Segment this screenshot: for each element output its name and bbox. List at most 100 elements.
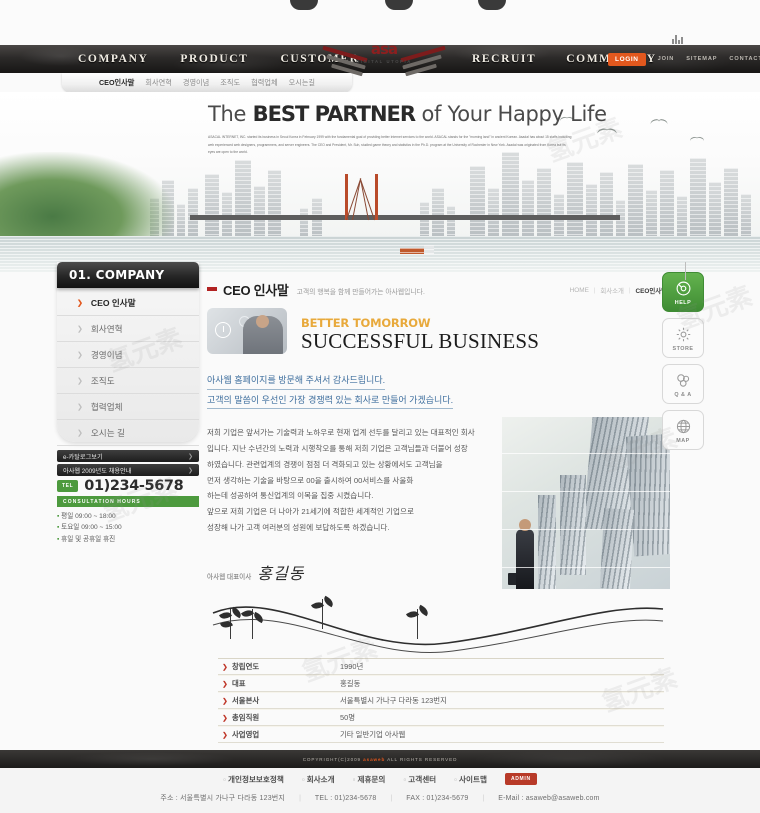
info-key: 사업영업 xyxy=(232,730,260,739)
hours-holiday: 휴일 및 공휴일 휴진 xyxy=(57,534,207,545)
hours-weekday: 평일 09:00 ~ 18:00 xyxy=(57,511,207,522)
sub-navigation: CEO인사말 회사연혁 경영이념 조직도 협력업체 오시는길 xyxy=(62,73,352,92)
hero-headline: The BEST PARTNER of Your Happy Life xyxy=(208,102,638,126)
hero-word-happy: of Your Happy Life xyxy=(421,102,607,126)
company-info-table: ❯ 창립연도 1990년 ❯ 대표 홍길동 ❯ 서울본사 서울특별시 가나구 다… xyxy=(218,658,664,743)
join-link[interactable]: JOIN xyxy=(658,56,675,62)
phone-icon xyxy=(674,279,693,298)
chevron-right-icon: ❯ xyxy=(77,403,83,411)
footer-email: E-Mail : asaweb@asaweb.com xyxy=(498,794,600,802)
footer-address: 주소 : 서울특별시 가나구 다라동 123번지 xyxy=(160,795,286,802)
quick-help-label: HELP xyxy=(674,299,692,306)
chevron-right-icon: ❯ xyxy=(77,377,83,385)
table-row: ❯ 창립연도 1990년 xyxy=(218,658,664,675)
sidebar-item-vision[interactable]: ❯ 경영이념 xyxy=(57,342,199,368)
quick-map-label: MAP xyxy=(676,437,690,444)
chart-icon xyxy=(672,34,684,44)
clock-icon xyxy=(215,322,231,338)
intro-text: BETTER TOMORROW SUCCESSFUL BUSINESS xyxy=(301,316,539,354)
breadcrumb-home[interactable]: HOME xyxy=(570,287,589,294)
sitemap-link[interactable]: SITEMAP xyxy=(686,56,717,62)
gear-icon xyxy=(674,325,693,344)
chevron-right-icon: ❯ xyxy=(77,429,83,437)
info-value: 기타 일반기업 아사웹 xyxy=(340,730,406,739)
subnav-item-org[interactable]: 조직도 xyxy=(220,78,240,88)
sidebar-item-label: 협력업체 xyxy=(90,401,123,412)
ceo-photo xyxy=(207,308,287,354)
table-row: ❯ 사업영업 기타 일반기업 아사웹 xyxy=(218,726,664,743)
copyright-suffix: ALL RIGHTS RESERVED xyxy=(385,756,458,762)
hero-word-best: BEST PARTNER xyxy=(252,102,416,126)
site-logo[interactable]: asa DIGITAL UTOPIA xyxy=(320,38,448,80)
footer-link-partner[interactable]: 제휴문의 xyxy=(353,774,385,785)
chevron-right-icon: ❯ xyxy=(77,351,83,359)
info-key: 창립연도 xyxy=(232,662,260,671)
intro-block: BETTER TOMORROW SUCCESSFUL BUSINESS xyxy=(207,308,667,354)
recruit-banner-label: 아사웹 2009년도 채용안내 xyxy=(63,467,132,475)
subnav-item-vision[interactable]: 경영이념 xyxy=(183,78,209,88)
businessman-body xyxy=(516,529,534,590)
body-line-5: 하는데 성공하여 통신업계의 이목을 집중 시켰습니다. xyxy=(207,491,374,501)
consultation-hours-list: 평일 09:00 ~ 18:00 토요일 09:00 ~ 15:00 휴일 및 … xyxy=(57,511,207,545)
quick-menu-stem xyxy=(685,262,687,280)
chevron-right-icon: ❯ xyxy=(77,299,83,307)
logo-wordmark: asa xyxy=(370,40,398,58)
bubbles-icon xyxy=(674,371,693,390)
bullet-icon: ❯ xyxy=(222,714,228,722)
catalog-banner[interactable]: e-카탈로그보기 ❯ xyxy=(57,450,199,462)
admin-button[interactable]: ADMIN xyxy=(504,773,537,785)
sidebar-title-bar: 01. COMPANY xyxy=(57,262,199,288)
subnav-item-partners[interactable]: 협력업체 xyxy=(251,78,277,88)
quick-map-button[interactable]: MAP xyxy=(662,410,704,450)
info-value: 홍길동 xyxy=(340,679,361,688)
sidebar-title: 01. COMPANY xyxy=(69,268,165,282)
login-button[interactable]: LOGIN xyxy=(608,52,646,66)
breadcrumb-about[interactable]: 회사소개 xyxy=(600,286,624,295)
footer-link-about[interactable]: 회사소개 xyxy=(302,774,335,785)
copyright-brand: asaweb xyxy=(363,756,386,762)
footer-link-privacy[interactable]: 개인정보보호정책 xyxy=(223,774,284,785)
businessman-figure xyxy=(508,513,538,590)
greeting-line-2: 고객의 말씀이 우선인 가장 경쟁력 있는 회사로 만들어 가겠습니다. xyxy=(207,393,454,410)
nav-item-product[interactable]: PRODUCT xyxy=(180,53,248,65)
headline-small: BETTER TOMORROW xyxy=(301,315,431,330)
subnav-item-history[interactable]: 회사연혁 xyxy=(145,78,171,88)
quick-menu: HELP STORE Q & A MAP xyxy=(662,262,710,456)
telephone-block: TEL 01)234-5678 xyxy=(57,478,184,494)
sidebar-item-partners[interactable]: ❯ 협력업체 xyxy=(57,394,199,420)
person-head xyxy=(256,315,269,328)
nav-item-company[interactable]: COMPANY xyxy=(78,53,148,65)
bridge-deck xyxy=(190,215,620,220)
body-line-6: 앞으로 저희 기업은 더 나아가 21세기에 적합한 세계적인 기업으로 xyxy=(207,507,414,517)
breadcrumb-separator: | xyxy=(593,287,596,294)
page-root: COMPANY PRODUCT CUSTOMER RECRUIT COMMUNI… xyxy=(0,0,760,813)
body-line-4: 먼저 생각하는 기술을 바탕으로 00을 출시하여 00서비스를 사울화 xyxy=(207,475,414,485)
quick-qa-label: Q & A xyxy=(674,391,692,398)
subnav-item-ceo[interactable]: CEO인사말 xyxy=(99,78,134,88)
table-row: ❯ 대표 홍길동 xyxy=(218,675,664,692)
info-key: 서울본사 xyxy=(232,696,260,705)
body-line-2: 입니다. 지난 수년간의 노력과 시행착오를 통해 저희 기업은 고객님들과 더… xyxy=(207,443,468,453)
footer-link-sitemap[interactable]: 사이트맵 xyxy=(454,774,487,785)
subnav-item-location[interactable]: 오시는길 xyxy=(289,78,315,88)
main-content: CEO 인사말 고객의 행복을 함께 만들어가는 아사웹입니다. HOME | … xyxy=(207,278,670,590)
quick-qa-button[interactable]: Q & A xyxy=(662,364,704,404)
sidebar-item-ceo[interactable]: ❯ CEO 인사말 xyxy=(57,290,199,316)
recruit-banner[interactable]: 아사웹 2009년도 채용안내 ❯ xyxy=(57,464,199,476)
bullet-icon: ❯ xyxy=(222,697,228,705)
skyline-illustration xyxy=(0,142,760,272)
contactus-link[interactable]: CONTACTUS xyxy=(729,56,760,62)
sidebar-item-history[interactable]: ❯ 회사연혁 xyxy=(57,316,199,342)
chevron-right-icon: ❯ xyxy=(77,325,83,333)
quick-help-button[interactable]: HELP xyxy=(662,272,704,312)
nav-item-recruit[interactable]: RECRUIT xyxy=(472,53,536,65)
sidebar-item-label: CEO 인사말 xyxy=(90,297,136,308)
sidebar-item-org[interactable]: ❯ 조직도 xyxy=(57,368,199,394)
page-title: CEO 인사말 xyxy=(223,282,289,298)
consultation-hours-bar: CONSULTATION HOURS xyxy=(57,496,199,507)
footer-link-support[interactable]: 고객센터 xyxy=(403,774,436,785)
sidebar-item-location[interactable]: ❯ 오시는 길 xyxy=(57,420,199,446)
consultation-hours-title: CONSULTATION HOURS xyxy=(63,498,141,505)
quick-store-button[interactable]: STORE xyxy=(662,318,704,358)
body-text: 저희 기업은 앞서가는 기술력과 노하우로 현재 업계 선두를 달리고 있는 대… xyxy=(207,425,475,583)
